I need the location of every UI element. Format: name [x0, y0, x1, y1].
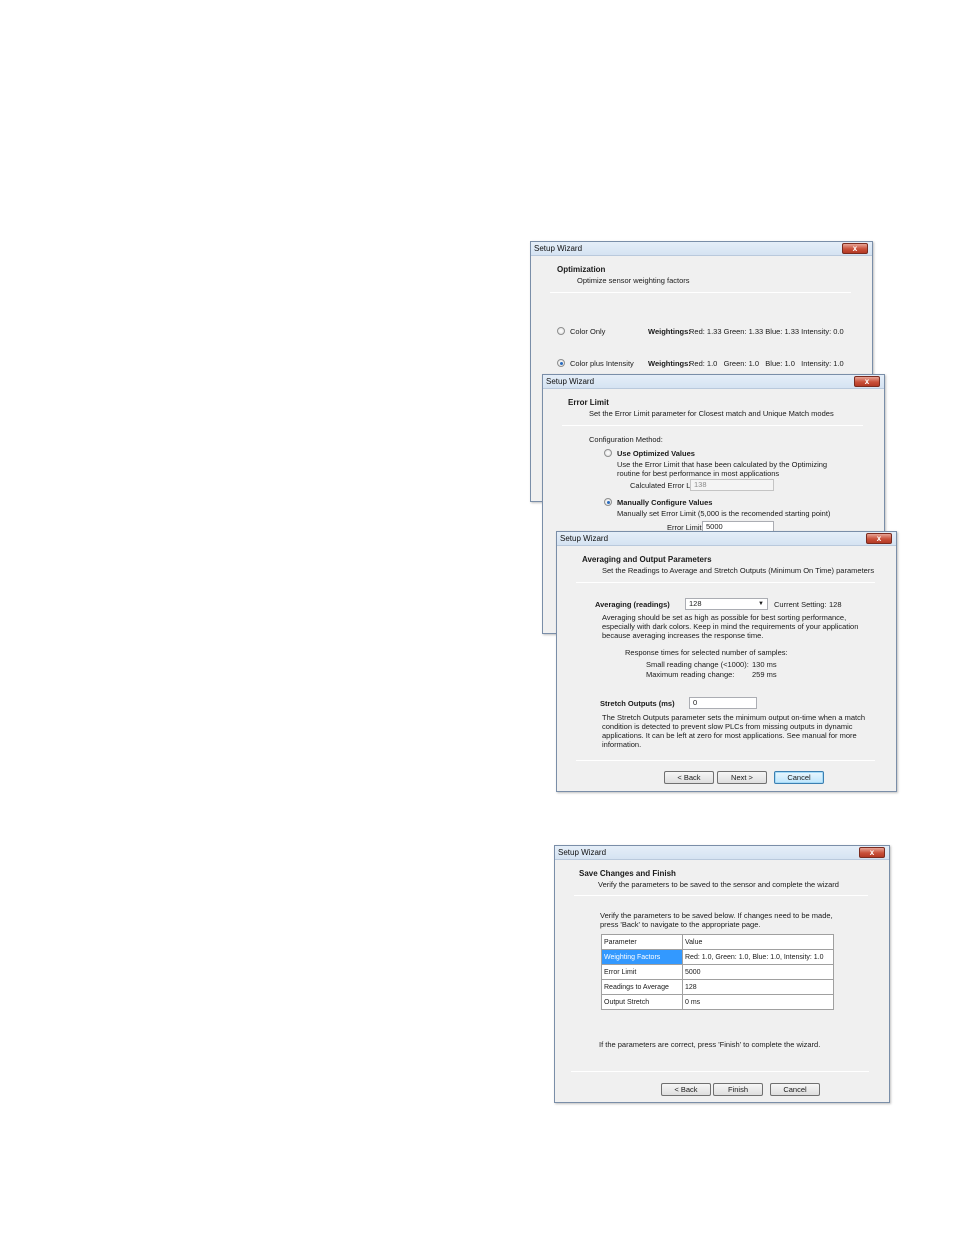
title-bar[interactable]: Setup Wizard x	[557, 532, 896, 546]
back-button[interactable]: < Back	[664, 771, 714, 784]
title-bar[interactable]: Setup Wizard x	[531, 242, 872, 256]
close-button[interactable]: x	[859, 847, 885, 858]
header-divider	[574, 895, 868, 896]
intro-text: press 'Back' to navigate to the appropri…	[600, 920, 761, 929]
dialog-content: Averaging and Output Parameters Set the …	[564, 547, 889, 784]
table-row[interactable]: Error Limit 5000	[601, 964, 834, 980]
use-optimized-radio[interactable]	[604, 449, 612, 457]
header-divider	[550, 292, 851, 293]
stretch-help: information.	[602, 740, 642, 749]
color-plus-intensity-label: Color plus Intensity	[570, 359, 634, 368]
stretch-outputs-input[interactable]: 0	[689, 697, 757, 709]
window-title: Setup Wizard	[558, 848, 607, 857]
color-only-label: Color Only	[570, 327, 606, 336]
title-bar[interactable]: Setup Wizard x	[555, 846, 889, 860]
stretch-help: applications. It can be left at zero for…	[602, 731, 857, 740]
weightings-value: Red: 1.33 Green: 1.33 Blue: 1.33 Intensi…	[689, 327, 844, 336]
page-title: Averaging and Output Parameters	[582, 555, 712, 564]
cancel-button[interactable]: Cancel	[770, 1083, 820, 1096]
next-button[interactable]: Next >	[717, 771, 767, 784]
page-title: Error Limit	[568, 398, 609, 407]
value-cell: 128	[682, 979, 834, 995]
window-title: Setup Wizard	[560, 534, 609, 543]
optimized-description: Use the Error Limit that hase been calcu…	[617, 460, 828, 469]
config-method-label: Configuration Method:	[589, 435, 663, 444]
column-header-value[interactable]: Value	[682, 934, 834, 950]
manually-configure-label: Manually Configure Values	[617, 498, 713, 507]
stretch-help: condition is detected to prevent slow PL…	[602, 722, 853, 731]
page-subtitle: Verify the parameters to be saved to the…	[598, 880, 839, 889]
small-change-label: Small reading change (<1000):	[646, 660, 749, 669]
table-row[interactable]: Weighting Factors Red: 1.0, Green: 1.0, …	[601, 949, 834, 965]
finish-button[interactable]: Finish	[713, 1083, 763, 1096]
weightings-label: Weightings:	[648, 327, 691, 336]
averaging-help: Averaging should be set as high as possi…	[602, 613, 847, 622]
manual-description: Manually set Error Limit (5,000 is the r…	[617, 509, 831, 518]
page-subtitle: Set the Readings to Average and Stretch …	[602, 566, 875, 575]
footer-divider	[571, 1071, 869, 1072]
averaging-help: especially with dark colors. Keep in min…	[602, 622, 859, 631]
current-setting-value: 128	[829, 600, 842, 609]
value-cell: 0 ms	[682, 994, 834, 1010]
parameter-cell: Weighting Factors	[601, 949, 683, 965]
averaging-help: because averaging increases the response…	[602, 631, 764, 640]
calculated-error-limit-field[interactable]: 138	[690, 479, 774, 491]
table-header-row: Parameter Value	[601, 934, 834, 950]
parameters-table: Parameter Value Weighting Factors Red: 1…	[601, 934, 834, 1010]
averaging-dialog: Setup Wizard x Averaging and Output Para…	[556, 531, 897, 792]
column-header-parameter[interactable]: Parameter	[601, 934, 683, 950]
window-title: Setup Wizard	[546, 377, 595, 386]
max-change-label: Maximum reading change:	[646, 670, 735, 679]
current-setting-label: Current Setting:	[774, 600, 827, 609]
header-divider	[576, 582, 875, 583]
value-cell: Red: 1.0, Green: 1.0, Blue: 1.0, Intensi…	[682, 949, 834, 965]
table-row[interactable]: Readings to Average 128	[601, 979, 834, 995]
save-finish-dialog: Setup Wizard x Save Changes and Finish V…	[554, 845, 890, 1103]
weightings-value: Red: 1.0 Green: 1.0 Blue: 1.0 Intensity:…	[689, 359, 844, 368]
stretch-help: The Stretch Outputs parameter sets the m…	[602, 713, 866, 722]
color-only-radio[interactable]	[557, 327, 565, 335]
stretch-outputs-label: Stretch Outputs (ms)	[600, 699, 675, 708]
use-optimized-label: Use Optimized Values	[617, 449, 695, 458]
close-button[interactable]: x	[854, 376, 880, 387]
page-subtitle: Optimize sensor weighting factors	[577, 276, 690, 285]
footer-instruction: If the parameters are correct, press 'Fi…	[599, 1040, 821, 1049]
back-button[interactable]: < Back	[661, 1083, 711, 1096]
weightings-label: Weightings:	[648, 359, 691, 368]
averaging-label: Averaging (readings)	[595, 600, 670, 609]
dialog-content: Save Changes and Finish Verify the param…	[562, 861, 882, 1096]
max-change-value: 259 ms	[752, 670, 777, 679]
chevron-down-icon[interactable]: ▼	[758, 599, 764, 609]
page-title: Optimization	[557, 265, 606, 274]
page-subtitle: Set the Error Limit parameter for Closes…	[589, 409, 834, 418]
parameter-cell: Output Stretch	[601, 994, 683, 1010]
header-divider	[562, 425, 863, 426]
averaging-select-value: 128	[689, 599, 702, 608]
close-button[interactable]: x	[842, 243, 868, 254]
small-change-value: 130 ms	[752, 660, 777, 669]
value-cell: 5000	[682, 964, 834, 980]
response-times-label: Response times for selected number of sa…	[625, 648, 788, 657]
optimized-description: routine for best performance in most app…	[617, 469, 780, 478]
cancel-button[interactable]: Cancel	[774, 771, 824, 784]
close-button[interactable]: x	[866, 533, 892, 544]
table-row[interactable]: Output Stretch 0 ms	[601, 994, 834, 1010]
averaging-select[interactable]: 128 ▼	[685, 598, 768, 610]
intro-text: Verify the parameters to be saved below.…	[600, 911, 833, 920]
parameter-cell: Readings to Average	[601, 979, 683, 995]
manually-configure-radio[interactable]	[604, 498, 612, 506]
title-bar[interactable]: Setup Wizard x	[543, 375, 884, 389]
page-title: Save Changes and Finish	[579, 869, 676, 878]
footer-divider	[576, 760, 875, 761]
parameter-cell: Error Limit	[601, 964, 683, 980]
color-plus-intensity-radio[interactable]	[557, 359, 565, 367]
window-title: Setup Wizard	[534, 244, 583, 253]
